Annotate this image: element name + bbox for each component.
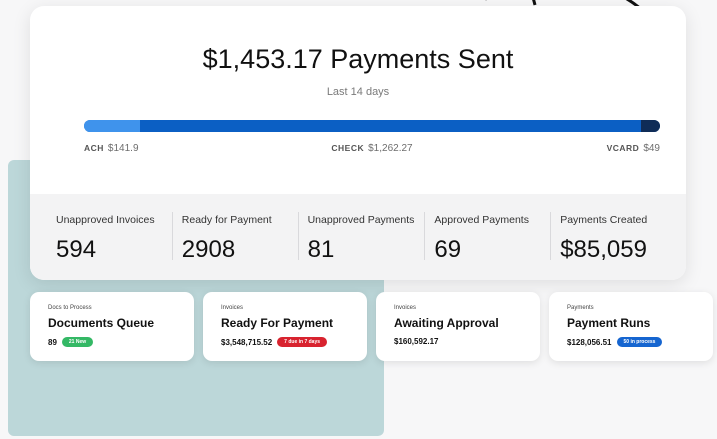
stat-label: Unapproved Invoices: [56, 214, 155, 226]
stat-value: $85,059: [560, 236, 647, 263]
card-category: Payments: [567, 305, 594, 311]
status-badge: 21 New: [61, 337, 94, 347]
documents-queue-card[interactable]: Docs to Process Documents Queue 89 21 Ne…: [30, 292, 194, 361]
payment-runs-card[interactable]: Payments Payment Runs $128,056.51 50 in …: [549, 292, 713, 361]
stat-label: Approved Payments: [434, 214, 529, 226]
stat-ready-for-payment[interactable]: Ready for Payment 2908: [171, 194, 298, 280]
card-category: Invoices: [394, 305, 417, 311]
stat-value: 69: [434, 236, 462, 263]
check-segment[interactable]: [140, 120, 641, 132]
awaiting-approval-card[interactable]: Invoices Awaiting Approval $160,592.17: [376, 292, 540, 361]
card-amount: $3,548,715.52: [221, 337, 273, 347]
ready-for-payment-card[interactable]: Invoices Ready For Payment $3,548,715.52…: [203, 292, 367, 361]
stat-label: Ready for Payment: [181, 214, 272, 226]
payments-sent-headline: $1,453.17 Payments Sent: [202, 44, 514, 74]
payment-method-legend: ACH $141.9 CHECK $1,262.27 VCARD $49: [84, 143, 660, 157]
stat-label: Unapproved Payments: [307, 214, 415, 226]
stat-unapproved-invoices[interactable]: Unapproved Invoices 594: [46, 194, 172, 280]
payment-method-bar: [84, 120, 660, 132]
status-badge: 7 due in 7 days: [277, 337, 328, 347]
stat-label: Payments Created: [560, 214, 648, 226]
stat-unapproved-payments[interactable]: Unapproved Payments 81: [297, 194, 425, 280]
stat-value: 2908: [181, 236, 236, 263]
status-badge: 50 in process: [616, 337, 663, 347]
ach-label: ACH $141.9: [84, 143, 139, 154]
stat-value: 81: [307, 236, 335, 263]
period-label: Last 14 days: [326, 86, 390, 98]
check-label: CHECK $1,262.27: [331, 143, 413, 154]
vcard-segment[interactable]: [640, 120, 660, 132]
queue-cards: Docs to Process Documents Queue 89 21 Ne…: [30, 292, 713, 362]
card-title: Ready For Payment: [221, 316, 334, 330]
card-amount: $160,592.17: [394, 337, 439, 346]
stats-row: Unapproved Invoices 594 Ready for Paymen…: [30, 194, 686, 280]
vcard-label: VCARD $49: [606, 143, 660, 154]
card-title: Awaiting Approval: [394, 316, 499, 330]
card-category: Docs to Process: [48, 305, 92, 311]
card-title: Payment Runs: [567, 316, 651, 330]
card-title: Documents Queue: [48, 316, 155, 330]
stat-approved-payments[interactable]: Approved Payments 69: [424, 194, 550, 280]
payments-summary-card: $1,453.17 Payments Sent Last 14 days ACH…: [30, 6, 686, 280]
stat-payments-created[interactable]: Payments Created $85,059: [550, 194, 676, 280]
stat-value: 594: [56, 236, 97, 263]
card-category: Invoices: [221, 305, 244, 311]
ach-segment[interactable]: [84, 120, 141, 132]
card-amount: 89: [48, 337, 57, 347]
card-amount: $128,056.51: [567, 337, 612, 347]
